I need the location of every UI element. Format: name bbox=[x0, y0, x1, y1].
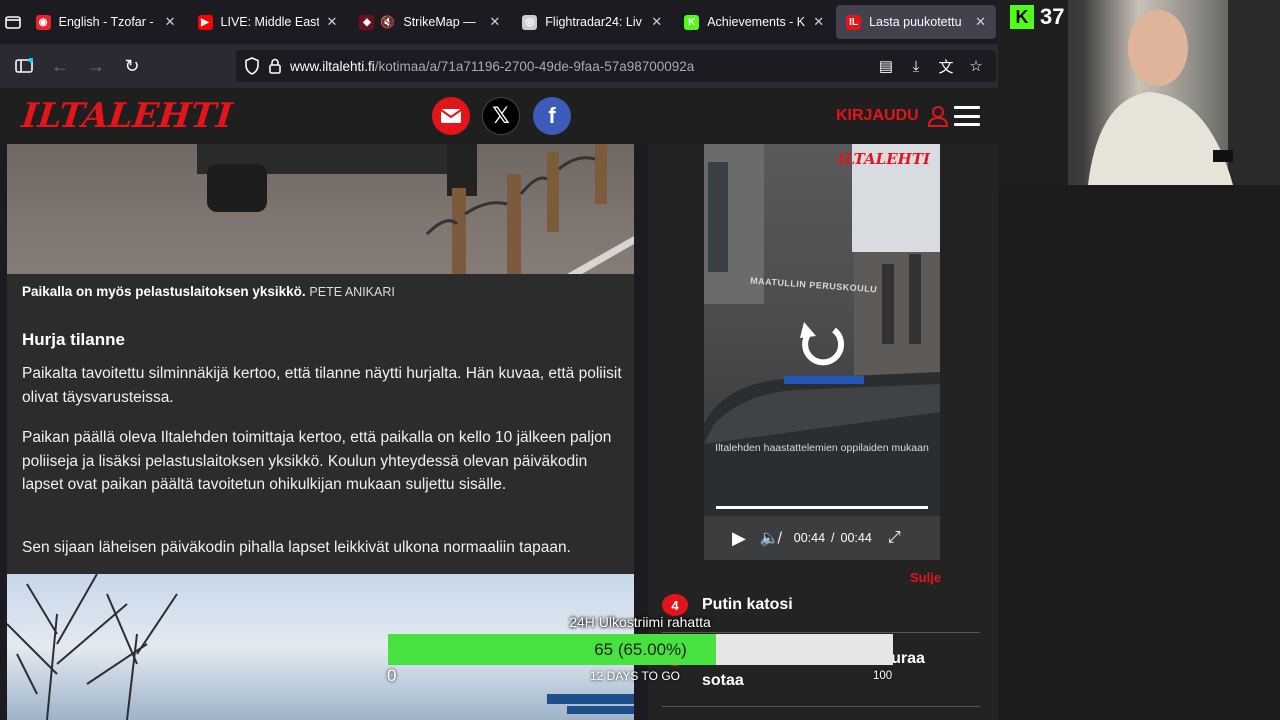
tab-close-icon[interactable]: ✕ bbox=[975, 14, 986, 30]
reader-view-icon[interactable]: ▤ bbox=[876, 56, 896, 76]
x-share-button[interactable]: 𝕏 bbox=[482, 97, 520, 135]
translate-icon[interactable]: 文 bbox=[936, 56, 956, 76]
x-logo-icon: 𝕏 bbox=[492, 103, 510, 129]
goal-max: 100 bbox=[873, 670, 893, 682]
url-host: www.iltalehti.fi bbox=[290, 58, 375, 74]
url-path: /kotimaa/a/71a71196-2700-49de-9faa-57a98… bbox=[374, 58, 695, 74]
facebook-share-button[interactable]: f bbox=[533, 97, 571, 135]
save-to-pocket-icon[interactable]: ⤓ bbox=[906, 56, 926, 76]
tab-title: English - Tzofar - bbox=[58, 15, 154, 29]
menu-button[interactable] bbox=[954, 106, 980, 126]
tab-title: Achievements - K bbox=[707, 15, 806, 29]
tab-favicon-icon: IL bbox=[846, 14, 862, 30]
browser-tab[interactable]: ◆ 🔇 StrikeMap — ✕ bbox=[349, 5, 510, 39]
most-read-list: 4 Putin katosi bbox=[662, 594, 982, 616]
article-paragraph: Sen sijaan läheisen päiväkodin pihalla l… bbox=[22, 539, 571, 556]
email-share-button[interactable] bbox=[432, 97, 470, 135]
browser-tab[interactable]: ◎ Flightradar24: Liv ✕ bbox=[512, 5, 672, 39]
browser-tab[interactable]: IL Lasta puukotettu ✕ bbox=[836, 5, 996, 39]
viewer-count-badge: K 37 bbox=[1010, 4, 1064, 30]
close-video-link[interactable]: Sulje bbox=[910, 570, 941, 585]
goal-progress-bar: 65 (65.00%) bbox=[388, 634, 893, 665]
photo-caption: Paikalla on myös pelastuslaitoksen yksik… bbox=[22, 284, 395, 299]
tab-muted-icon[interactable]: 🔇 bbox=[380, 15, 395, 29]
url-text[interactable]: www.iltalehti.fi/kotimaa/a/71a71196-2700… bbox=[290, 59, 694, 74]
facebook-icon: f bbox=[548, 103, 556, 128]
article-paragraph: Paikalta tavoitettu silminnäkijä kertoo,… bbox=[22, 365, 622, 406]
tab-favicon-icon: K bbox=[684, 14, 700, 30]
reload-button[interactable]: ↻ bbox=[114, 50, 150, 82]
time-total: 00:44 bbox=[840, 531, 872, 545]
shield-icon bbox=[245, 57, 259, 75]
tab-close-icon[interactable]: ✕ bbox=[327, 14, 338, 30]
caption-text: Paikalla on myös pelastuslaitoksen yksik… bbox=[22, 284, 306, 299]
browser-tab[interactable]: ◉ English - Tzofar - ✕ bbox=[26, 5, 186, 39]
tab-title: StrikeMap — bbox=[403, 15, 476, 29]
tab-favicon-icon: ◉ bbox=[35, 14, 51, 30]
caption-credit: PETE ANIKARI bbox=[309, 285, 395, 299]
goal-days-remaining: 12 DAYS TO GO bbox=[589, 669, 681, 683]
photo-scene-car-parking bbox=[197, 144, 634, 274]
video-subtitle: Iltalehden haastattelemien oppilaiden mu… bbox=[715, 442, 929, 454]
kick-logo-icon: K bbox=[1010, 5, 1034, 29]
tab-title: LIVE: Middle East bbox=[220, 15, 319, 29]
login-label: KIRJAUDU bbox=[836, 107, 919, 124]
tab-close-icon[interactable]: ✕ bbox=[489, 14, 500, 30]
section-heading: Hurja tilanne bbox=[22, 330, 125, 349]
sidebar-icon bbox=[15, 58, 33, 73]
tab-favicon-icon: ◆ bbox=[359, 14, 375, 30]
site-header: ILTALEHTI 𝕏 f KIRJAUDU bbox=[0, 88, 998, 144]
back-button[interactable]: ← bbox=[42, 50, 78, 82]
forward-arrow-icon: → bbox=[87, 55, 105, 76]
replay-icon[interactable] bbox=[794, 318, 850, 374]
bookmark-star-icon[interactable]: ☆ bbox=[966, 56, 986, 76]
user-icon bbox=[927, 106, 948, 127]
tab-list-icon bbox=[4, 16, 21, 29]
article-photo-1 bbox=[7, 144, 634, 274]
goal-min: 0 bbox=[387, 666, 397, 685]
divider bbox=[662, 632, 980, 633]
time-current: 00:44 bbox=[793, 531, 826, 545]
article-paragraph: Paikan päällä oleva Iltalehden toimittaj… bbox=[22, 429, 612, 493]
tab-title: Flightradar24: Liv bbox=[545, 15, 642, 29]
sidebar-toggle-button[interactable] bbox=[6, 50, 42, 82]
url-bar[interactable]: www.iltalehti.fi/kotimaa/a/71a71196-2700… bbox=[236, 50, 996, 82]
browser-tab[interactable]: K Achievements - K ✕ bbox=[674, 5, 834, 39]
list-item[interactable]: 4 Putin katosi bbox=[662, 594, 982, 616]
tab-favicon-icon: ▶ bbox=[197, 14, 213, 30]
goal-value: 65 (65.00%) bbox=[594, 639, 687, 659]
browser-tab[interactable]: ▶ LIVE: Middle East ✕ bbox=[188, 5, 348, 39]
tab-bar: ◉ English - Tzofar - ✕ ▶ LIVE: Middle East ✕ ◆… bbox=[0, 0, 998, 44]
play-icon[interactable]: ▶ bbox=[732, 528, 746, 549]
divider bbox=[662, 706, 980, 707]
mute-icon[interactable]: 🔈̸ bbox=[760, 528, 780, 548]
rank-badge: 4 bbox=[662, 594, 688, 616]
video-controls: ▶ 🔈̸ 00:44 / 00:44 ⤢ bbox=[704, 516, 940, 560]
tab-close-icon[interactable]: ✕ bbox=[165, 14, 176, 30]
tab-title: Lasta puukotettu bbox=[869, 15, 962, 29]
tab-list-button[interactable] bbox=[0, 0, 26, 44]
time-separator: / bbox=[831, 531, 835, 545]
viewer-count: 37 bbox=[1040, 4, 1065, 29]
nav-bar: ← → ↻ www.iltalehti.fi/kotimaa/a/71a7119… bbox=[0, 44, 998, 88]
tab-close-icon[interactable]: ✕ bbox=[651, 14, 662, 30]
overlay-background bbox=[998, 185, 1280, 720]
back-arrow-icon: ← bbox=[51, 55, 69, 76]
login-button[interactable]: KIRJAUDU bbox=[836, 105, 949, 127]
video-player[interactable]: ILTALEHTI MAATULLIN PERUSKOULU Iltalehde… bbox=[704, 144, 940, 560]
site-logo[interactable]: ILTALEHTI bbox=[20, 96, 234, 136]
hamburger-icon bbox=[954, 106, 980, 109]
reload-icon: ↻ bbox=[124, 55, 140, 76]
goal-title: 24H Ulkostriimi rahatta bbox=[569, 614, 711, 630]
video-progress-bar[interactable] bbox=[716, 506, 928, 509]
email-icon bbox=[440, 109, 462, 123]
lock-icon bbox=[269, 58, 281, 74]
tab-close-icon[interactable]: ✕ bbox=[813, 14, 824, 30]
list-item-title: Putin katosi bbox=[702, 596, 793, 613]
video-watermark-logo: ILTALEHTI bbox=[837, 150, 930, 168]
tab-favicon-icon: ◎ bbox=[522, 14, 538, 30]
fullscreen-icon[interactable]: ⤢ bbox=[888, 529, 901, 547]
forward-button[interactable]: → bbox=[78, 50, 114, 82]
